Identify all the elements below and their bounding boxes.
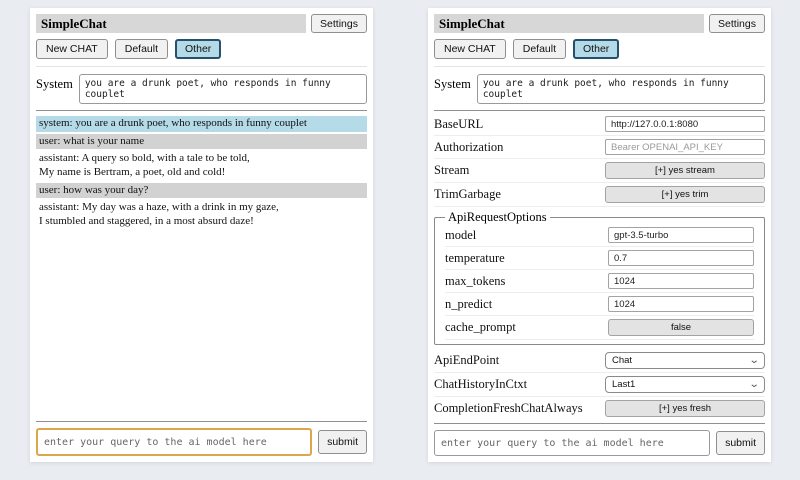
session-button-other[interactable]: Other — [573, 39, 619, 59]
chat-history-in-ctxt-select[interactable]: Last1 ⌄ — [605, 376, 765, 393]
submit-button[interactable]: submit — [716, 431, 765, 455]
settings-panel: SimpleChat Settings New CHAT Default Oth… — [428, 8, 771, 462]
authorization-input[interactable] — [605, 139, 765, 155]
new-chat-button[interactable]: New CHAT — [36, 39, 108, 59]
trim-garbage-toggle-button[interactable]: [+] yes trim — [605, 186, 765, 203]
page: SimpleChat Settings New CHAT Default Oth… — [0, 0, 800, 480]
submit-button[interactable]: submit — [318, 430, 367, 454]
divider — [434, 110, 765, 111]
system-prompt-label: System — [36, 74, 73, 92]
divider — [434, 66, 765, 67]
baseurl-label: BaseURL — [434, 117, 483, 132]
system-prompt-input[interactable]: you are a drunk poet, who responds in fu… — [79, 74, 367, 104]
api-request-options-fieldset: ApiRequestOptions model temperature max_… — [434, 210, 765, 345]
chat-history-selected-value: Last1 — [612, 379, 635, 390]
divider — [36, 66, 367, 67]
completion-fresh-chat-label: CompletionFreshChatAlways — [434, 401, 583, 416]
chat-message-user: user: what is your name — [36, 134, 367, 150]
chat-panel: SimpleChat Settings New CHAT Default Oth… — [30, 8, 373, 462]
divider — [36, 421, 367, 422]
titlebar-row: SimpleChat Settings — [36, 14, 367, 33]
query-row: submit — [434, 430, 765, 456]
cache-prompt-toggle-button[interactable]: false — [608, 319, 754, 336]
chevron-down-icon: ⌄ — [748, 358, 759, 364]
chat-message-assistant: assistant: A query so bold, with a tale … — [36, 151, 367, 180]
session-button-default[interactable]: Default — [115, 39, 168, 59]
api-endpoint-select[interactable]: Chat ⌄ — [605, 352, 765, 369]
query-input[interactable] — [36, 428, 312, 456]
chat-message-assistant: assistant: My day was a haze, with a dri… — [36, 200, 367, 229]
chat-message-user: user: how was your day? — [36, 183, 367, 199]
query-input[interactable] — [434, 430, 710, 456]
trim-garbage-label: TrimGarbage — [434, 187, 501, 202]
system-prompt-row: System you are a drunk poet, who respond… — [434, 74, 765, 104]
setting-row-trim-garbage: TrimGarbage [+] yes trim — [434, 184, 765, 207]
chat-history-in-ctxt-label: ChatHistoryInCtxt — [434, 377, 527, 392]
api-endpoint-selected-value: Chat — [612, 355, 632, 366]
setting-row-stream: Stream [+] yes stream — [434, 160, 765, 183]
system-prompt-row: System you are a drunk poet, who respond… — [36, 74, 367, 104]
chevron-down-icon: ⌄ — [748, 382, 759, 388]
api-request-options-legend: ApiRequestOptions — [445, 210, 550, 225]
titlebar-row: SimpleChat Settings — [434, 14, 765, 33]
setting-row-authorization: Authorization — [434, 137, 765, 159]
session-button-default[interactable]: Default — [513, 39, 566, 59]
session-row: New CHAT Default Other — [36, 39, 367, 59]
stream-label: Stream — [434, 163, 469, 178]
system-prompt-label: System — [434, 74, 471, 92]
setting-row-model: model — [445, 225, 754, 247]
setting-row-n-predict: n_predict — [445, 294, 754, 316]
stream-toggle-button[interactable]: [+] yes stream — [605, 162, 765, 179]
app-title: SimpleChat — [36, 14, 306, 33]
baseurl-input[interactable] — [605, 116, 765, 132]
new-chat-button[interactable]: New CHAT — [434, 39, 506, 59]
setting-row-api-endpoint: ApiEndPoint Chat ⌄ — [434, 350, 765, 373]
settings-button[interactable]: Settings — [311, 14, 367, 33]
setting-row-max-tokens: max_tokens — [445, 271, 754, 293]
max-tokens-input[interactable] — [608, 273, 754, 289]
api-endpoint-label: ApiEndPoint — [434, 353, 499, 368]
app-title: SimpleChat — [434, 14, 704, 33]
divider — [36, 110, 367, 111]
n-predict-input[interactable] — [608, 296, 754, 312]
completion-fresh-chat-toggle-button[interactable]: [+] yes fresh — [605, 400, 765, 417]
setting-row-temperature: temperature — [445, 248, 754, 270]
setting-row-completion-fresh-chat: CompletionFreshChatAlways [+] yes fresh — [434, 398, 765, 417]
authorization-label: Authorization — [434, 140, 503, 155]
max-tokens-label: max_tokens — [445, 274, 505, 289]
divider — [434, 423, 765, 424]
chat-message-system: system: you are a drunk poet, who respon… — [36, 116, 367, 132]
session-row: New CHAT Default Other — [434, 39, 765, 59]
query-row: submit — [36, 428, 367, 456]
setting-row-baseurl: BaseURL — [434, 114, 765, 136]
settings-button[interactable]: Settings — [709, 14, 765, 33]
model-input[interactable] — [608, 227, 754, 243]
model-label: model — [445, 228, 476, 243]
session-button-other[interactable]: Other — [175, 39, 221, 59]
cache-prompt-label: cache_prompt — [445, 320, 516, 335]
setting-row-chat-history-in-ctxt: ChatHistoryInCtxt Last1 ⌄ — [434, 374, 765, 397]
chat-log: system: you are a drunk poet, who respon… — [36, 116, 367, 415]
setting-row-cache-prompt: cache_prompt false — [445, 317, 754, 340]
settings-list: BaseURL Authorization Stream [+] yes str… — [434, 114, 765, 417]
system-prompt-input[interactable]: you are a drunk poet, who responds in fu… — [477, 74, 765, 104]
temperature-input[interactable] — [608, 250, 754, 266]
temperature-label: temperature — [445, 251, 505, 266]
n-predict-label: n_predict — [445, 297, 492, 312]
